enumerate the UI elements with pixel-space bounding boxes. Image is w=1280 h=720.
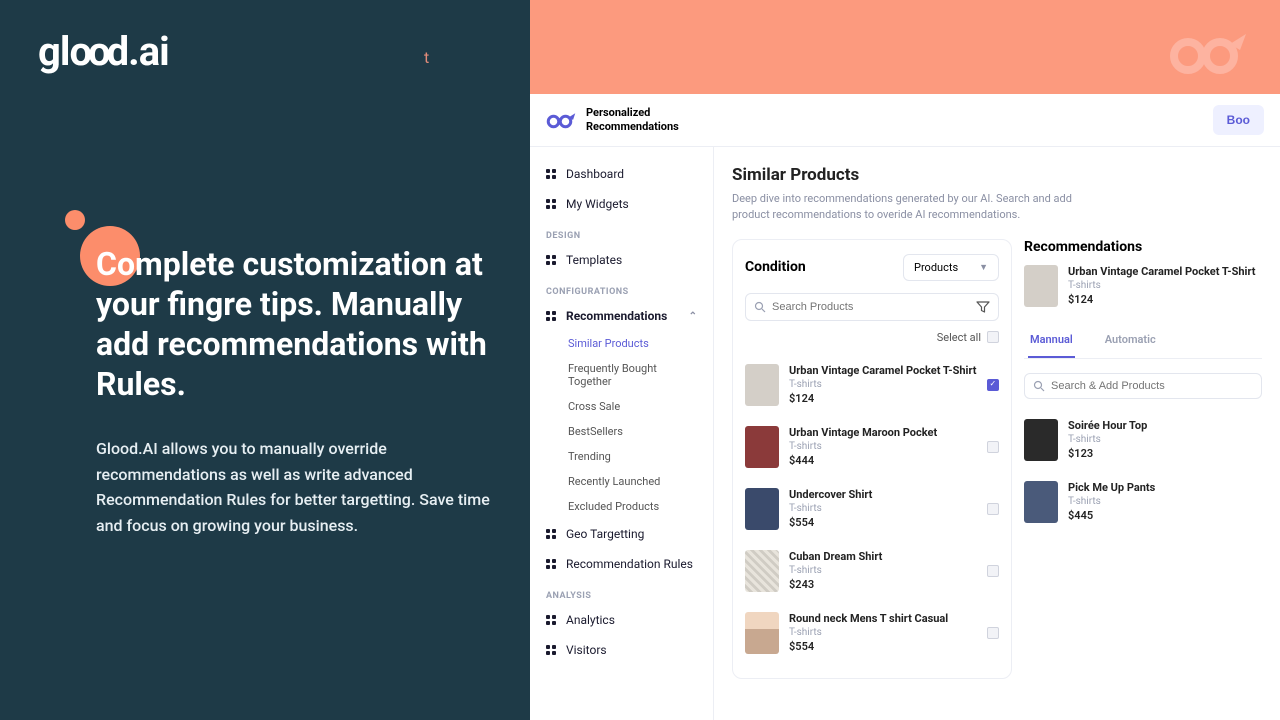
- product-price: $124: [789, 392, 977, 405]
- product-price: $444: [789, 454, 977, 467]
- condition-search[interactable]: [745, 293, 999, 321]
- nav-sub-recent[interactable]: Recently Launched: [530, 469, 713, 494]
- product-name: Soirée Hour Top: [1068, 419, 1262, 432]
- tab-manual[interactable]: Mannual: [1028, 323, 1075, 358]
- watermark-logo: [1170, 28, 1250, 78]
- product-checkbox[interactable]: [987, 627, 999, 639]
- condition-product-row[interactable]: Urban Vintage Maroon Pocket T-shirts $44…: [745, 416, 999, 478]
- product-thumb: [745, 550, 779, 592]
- recommendations-panel: Recommendations Urban Vintage Caramel Po…: [1024, 239, 1262, 679]
- product-category: T-shirts: [789, 379, 977, 390]
- rec-product-row[interactable]: Soirée Hour Top T-shirts $123: [1024, 409, 1262, 471]
- select-all-label: Select all: [937, 331, 981, 344]
- nav-visitors[interactable]: Visitors: [530, 635, 713, 665]
- condition-product-row[interactable]: Cuban Dream Shirt T-shirts $243: [745, 540, 999, 602]
- product-thumb: [745, 612, 779, 654]
- nav-geo[interactable]: Geo Targetting: [530, 519, 713, 549]
- filter-icon[interactable]: [976, 300, 990, 314]
- condition-search-input[interactable]: [772, 301, 970, 313]
- condition-panel: Condition Products ▼ Select all: [732, 239, 1012, 679]
- sidebar: Dashboard My Widgets DESIGN Templates CO…: [530, 147, 714, 720]
- nav-sub-similar[interactable]: Similar Products: [530, 331, 713, 356]
- tab-automatic[interactable]: Automatic: [1103, 323, 1158, 358]
- app-logo-icon: [546, 110, 576, 130]
- hero-headline: Complete customization at your fingre ti…: [96, 244, 506, 404]
- product-price: $554: [789, 640, 977, 653]
- rec-search-input[interactable]: [1051, 380, 1253, 392]
- nav-sub-cross[interactable]: Cross Sale: [530, 394, 713, 419]
- product-name: Cuban Dream Shirt: [789, 550, 977, 563]
- page-subtitle: Deep dive into recommendations generated…: [732, 191, 1072, 223]
- chevron-down-icon: ▼: [979, 262, 988, 273]
- selected-product-name: Urban Vintage Caramel Pocket T-Shirt: [1068, 265, 1262, 278]
- condition-product-row[interactable]: Urban Vintage Caramel Pocket T-Shirt T-s…: [745, 354, 999, 416]
- rec-product-row[interactable]: Pick Me Up Pants T-shirts $445: [1024, 471, 1262, 533]
- nav-section-design: DESIGN: [530, 219, 713, 245]
- product-checkbox[interactable]: [987, 379, 999, 391]
- selected-product-cat: T-shirts: [1068, 280, 1262, 291]
- product-checkbox[interactable]: [987, 503, 999, 515]
- header-cta-button[interactable]: Boo: [1213, 105, 1264, 135]
- recommendations-title: Recommendations: [1024, 239, 1262, 255]
- product-checkbox[interactable]: [987, 441, 999, 453]
- nav-sub-best[interactable]: BestSellers: [530, 419, 713, 444]
- nav-dashboard[interactable]: Dashboard: [530, 159, 713, 189]
- condition-type-dropdown[interactable]: Products ▼: [903, 254, 999, 281]
- product-thumb: [745, 364, 779, 406]
- product-thumb: [1024, 419, 1058, 461]
- nav-sub-excluded[interactable]: Excluded Products: [530, 494, 713, 519]
- product-name: Round neck Mens T shirt Casual: [789, 612, 977, 625]
- chevron-up-icon: ⌃: [689, 311, 697, 322]
- nav-my-widgets[interactable]: My Widgets: [530, 189, 713, 219]
- product-name: Pick Me Up Pants: [1068, 481, 1262, 494]
- selected-product-price: $124: [1068, 293, 1262, 306]
- product-thumb: [1024, 481, 1058, 523]
- app-title: Personalized Recommendations: [586, 106, 679, 134]
- product-category: T-shirts: [789, 627, 977, 638]
- product-thumb: [745, 488, 779, 530]
- decor-dot-small: [65, 210, 85, 230]
- product-price: $445: [1068, 509, 1262, 522]
- product-name: Urban Vintage Caramel Pocket T-Shirt: [789, 364, 977, 377]
- product-price: $243: [789, 578, 977, 591]
- product-category: T-shirts: [1068, 434, 1262, 445]
- t-mark: t: [424, 48, 429, 67]
- nav-recommendations[interactable]: Recommendations⌃: [530, 301, 713, 331]
- product-price: $123: [1068, 447, 1262, 460]
- nav-rules[interactable]: Recommendation Rules: [530, 549, 713, 579]
- selected-product-thumb: [1024, 265, 1058, 307]
- search-icon: [754, 301, 766, 313]
- page-title: Similar Products: [732, 165, 1262, 185]
- product-category: T-shirts: [789, 565, 977, 576]
- select-all-checkbox[interactable]: [987, 331, 999, 343]
- hero-body: Glood.AI allows you to manually override…: [96, 436, 506, 538]
- product-category: T-shirts: [1068, 496, 1262, 507]
- search-icon: [1033, 380, 1045, 392]
- nav-templates[interactable]: Templates: [530, 245, 713, 275]
- glood-logo: glood.ai: [38, 28, 169, 75]
- product-price: $554: [789, 516, 977, 529]
- product-thumb: [745, 426, 779, 468]
- condition-product-row[interactable]: Round neck Mens T shirt Casual T-shirts …: [745, 602, 999, 664]
- condition-product-row[interactable]: Undercover Shirt T-shirts $554: [745, 478, 999, 540]
- product-name: Urban Vintage Maroon Pocket: [789, 426, 977, 439]
- product-checkbox[interactable]: [987, 565, 999, 577]
- rec-search[interactable]: [1024, 373, 1262, 399]
- nav-sub-trending[interactable]: Trending: [530, 444, 713, 469]
- condition-title: Condition: [745, 259, 806, 275]
- product-name: Undercover Shirt: [789, 488, 977, 501]
- nav-section-config: CONFIGURATIONS: [530, 275, 713, 301]
- product-category: T-shirts: [789, 441, 977, 452]
- product-category: T-shirts: [789, 503, 977, 514]
- nav-analytics[interactable]: Analytics: [530, 605, 713, 635]
- nav-section-analysis: ANALYSIS: [530, 579, 713, 605]
- nav-sub-fbt[interactable]: Frequently Bought Together: [530, 356, 713, 394]
